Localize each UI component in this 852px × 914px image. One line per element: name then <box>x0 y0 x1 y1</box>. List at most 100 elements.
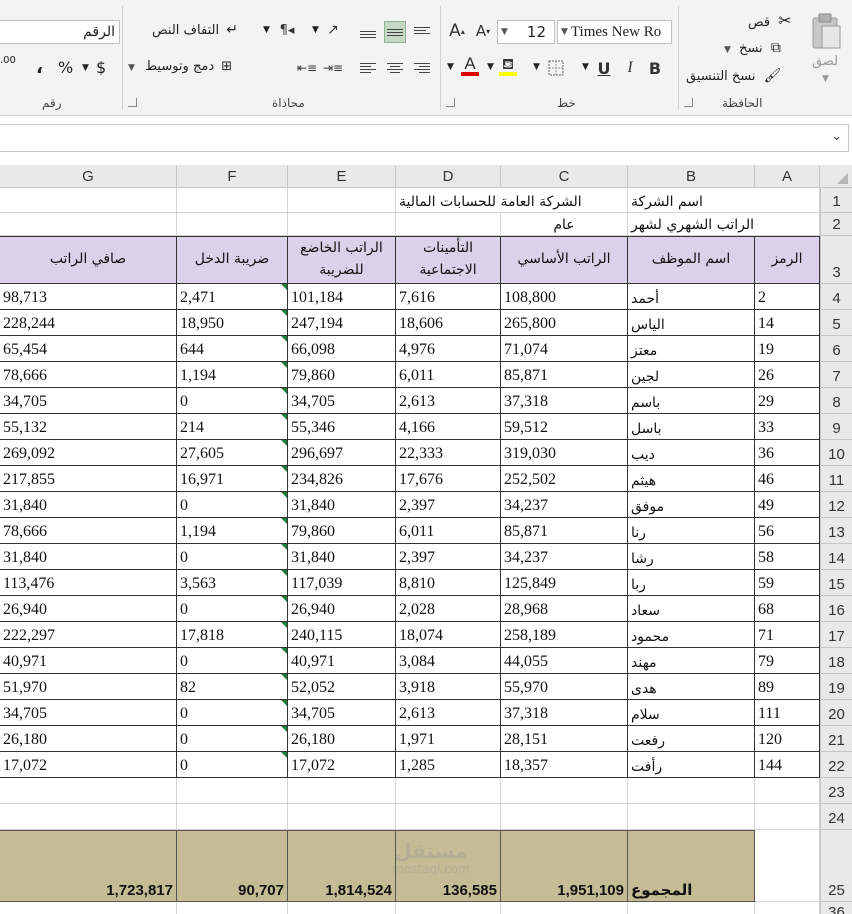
table-cell-tax[interactable]: 214 <box>177 414 288 440</box>
table-cell-net[interactable]: 98,713 <box>0 284 177 310</box>
font-size-dropdown-icon[interactable]: ▼ <box>501 27 508 37</box>
table-cell-insurance[interactable]: 8,810 <box>396 570 501 596</box>
formula-bar[interactable]: ⌄ <box>0 124 849 152</box>
table-cell-code[interactable]: 59 <box>755 570 820 596</box>
table-cell-code[interactable]: 58 <box>755 544 820 570</box>
merge-center-button[interactable]: ▼ دمج وتوسيط ⊞ <box>128 59 232 74</box>
align-center-button[interactable] <box>384 57 406 79</box>
table-cell-insurance[interactable]: 2,028 <box>396 596 501 622</box>
table-cell-insurance[interactable]: 22,333 <box>396 440 501 466</box>
empty-cell[interactable] <box>288 902 396 914</box>
table-cell-basic[interactable]: 319,030 <box>501 440 628 466</box>
row-header[interactable]: 36 <box>820 902 852 914</box>
table-cell-basic[interactable]: 44,055 <box>501 648 628 674</box>
table-cell-tax[interactable]: 0 <box>177 700 288 726</box>
row-header[interactable]: 13 <box>820 518 852 544</box>
font-color-button[interactable]: A <box>459 55 481 77</box>
table-cell-net[interactable]: 269,092 <box>0 440 177 466</box>
currency-button[interactable]: $ <box>96 58 106 77</box>
orientation-dropdown-icon[interactable]: ▼ <box>312 25 319 35</box>
comma-style-button[interactable]: ، <box>36 57 43 78</box>
font-name-dropdown-icon[interactable]: ▼ <box>561 27 568 37</box>
number-format-combo[interactable]: الرقم <box>0 20 120 44</box>
table-cell-taxable[interactable]: 79,860 <box>288 362 396 388</box>
row-header[interactable]: 18 <box>820 648 852 674</box>
empty-cell[interactable] <box>177 804 288 830</box>
empty-cell[interactable] <box>396 213 501 236</box>
table-cell-taxable[interactable]: 117,039 <box>288 570 396 596</box>
select-all-corner[interactable] <box>820 165 852 188</box>
table-cell-name[interactable]: باسل <box>628 414 755 440</box>
table-cell-code[interactable]: 89 <box>755 674 820 700</box>
table-cell-net[interactable]: 34,705 <box>0 700 177 726</box>
table-cell-name[interactable]: رنا <box>628 518 755 544</box>
table-cell-net[interactable]: 228,244 <box>0 310 177 336</box>
table-cell-taxable[interactable]: 26,940 <box>288 596 396 622</box>
row-header[interactable]: 16 <box>820 596 852 622</box>
table-cell-code[interactable]: 79 <box>755 648 820 674</box>
font-color-dropdown-icon[interactable]: ▼ <box>447 62 454 72</box>
row-header[interactable]: 12 <box>820 492 852 518</box>
align-right-button[interactable] <box>411 57 433 79</box>
empty-cell[interactable] <box>501 804 628 830</box>
table-cell-code[interactable]: 49 <box>755 492 820 518</box>
empty-cell[interactable] <box>628 902 755 914</box>
table-cell-taxable[interactable]: 247,194 <box>288 310 396 336</box>
column-title-name[interactable]: اسم الموظف <box>628 236 755 284</box>
table-cell-basic[interactable]: 34,237 <box>501 492 628 518</box>
total-insurance[interactable]: 136,585 <box>396 830 501 902</box>
row-header[interactable]: 8 <box>820 388 852 414</box>
wrap-text-button[interactable]: التفاف النص ↵ <box>152 22 238 38</box>
column-title-taxable[interactable]: الراتب الخاضع للضريبة <box>288 236 396 284</box>
column-header-g[interactable]: G <box>0 165 177 188</box>
table-cell-basic[interactable]: 34,237 <box>501 544 628 570</box>
align-left-button[interactable] <box>357 57 379 79</box>
paste-dropdown-icon[interactable]: ▼ <box>822 74 829 84</box>
table-cell-tax[interactable]: 0 <box>177 596 288 622</box>
table-cell-taxable[interactable]: 34,705 <box>288 388 396 414</box>
column-header-f[interactable]: F <box>177 165 288 188</box>
orientation-button[interactable]: ↗ <box>322 19 344 41</box>
table-cell-taxable[interactable]: 26,180 <box>288 726 396 752</box>
table-cell-basic[interactable]: 85,871 <box>501 362 628 388</box>
table-cell-net[interactable]: 51,970 <box>0 674 177 700</box>
table-cell-code[interactable]: 36 <box>755 440 820 466</box>
underline-button[interactable]: U <box>593 57 615 79</box>
row-header[interactable]: 1 <box>820 188 852 213</box>
table-cell-net[interactable]: 40,971 <box>0 648 177 674</box>
table-cell-net[interactable]: 31,840 <box>0 544 177 570</box>
table-cell-net[interactable]: 55,132 <box>0 414 177 440</box>
fill-color-button[interactable]: ⛾ <box>497 55 519 77</box>
table-cell-tax[interactable]: 1,194 <box>177 518 288 544</box>
empty-cell[interactable] <box>755 830 820 902</box>
spreadsheet-grid[interactable]: G F E D C B A 1 الشركة العامة للحسابات المالية اس… <box>0 165 852 914</box>
table-cell-code[interactable]: 56 <box>755 518 820 544</box>
borders-button[interactable] <box>545 57 567 79</box>
percent-button[interactable]: % <box>58 58 73 77</box>
table-cell-name[interactable]: موفق <box>628 492 755 518</box>
table-cell-code[interactable]: 2 <box>755 284 820 310</box>
column-header-a[interactable]: A <box>755 165 820 188</box>
company-label-cell[interactable]: اسم الشركة <box>628 188 820 213</box>
empty-cell[interactable] <box>177 213 288 236</box>
empty-cell[interactable] <box>396 902 501 914</box>
row-header[interactable]: 6 <box>820 336 852 362</box>
table-cell-taxable[interactable]: 17,072 <box>288 752 396 778</box>
table-cell-tax[interactable]: 3,563 <box>177 570 288 596</box>
table-cell-tax[interactable]: 0 <box>177 726 288 752</box>
table-cell-basic[interactable]: 258,189 <box>501 622 628 648</box>
empty-cell[interactable] <box>288 778 396 804</box>
column-header-b[interactable]: B <box>628 165 755 188</box>
table-cell-tax[interactable]: 0 <box>177 544 288 570</box>
table-cell-net[interactable]: 78,666 <box>0 518 177 544</box>
table-cell-insurance[interactable]: 2,397 <box>396 544 501 570</box>
table-cell-insurance[interactable]: 2,613 <box>396 388 501 414</box>
table-cell-basic[interactable]: 252,502 <box>501 466 628 492</box>
table-cell-code[interactable]: 71 <box>755 622 820 648</box>
row-header[interactable]: 3 <box>820 236 852 284</box>
alignment-launcher-icon[interactable] <box>128 98 137 107</box>
align-bottom-button[interactable] <box>357 23 379 45</box>
table-cell-taxable[interactable]: 240,115 <box>288 622 396 648</box>
table-cell-insurance[interactable]: 6,011 <box>396 362 501 388</box>
table-cell-taxable[interactable]: 234,826 <box>288 466 396 492</box>
